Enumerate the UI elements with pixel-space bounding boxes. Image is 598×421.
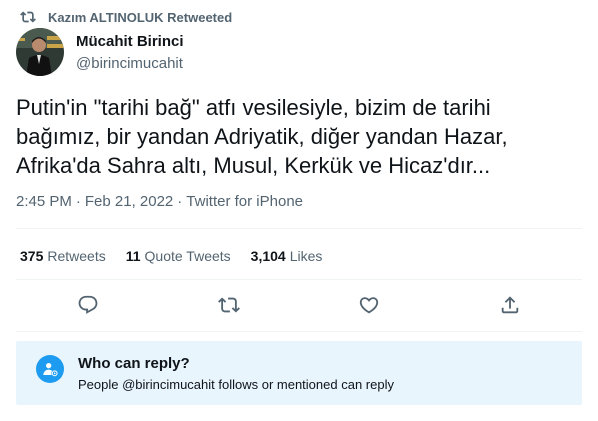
retweets-count: 375 [20,248,44,264]
retweet-header[interactable]: Kazım ALTINOLUK Retweeted [20,7,232,27]
likes-count: 3,104 [250,248,286,264]
divider [16,279,582,280]
mention-user-icon [36,355,64,383]
retweet-header-text[interactable]: Kazım ALTINOLUK Retweeted [48,10,232,25]
retweet-icon [20,11,36,23]
reply-icon [78,295,98,314]
meta-separator: · [177,193,183,210]
reply-button[interactable] [76,293,100,317]
retweet-button[interactable] [217,293,241,317]
divider [16,228,582,229]
quote-tweets-label: Quote Tweets [144,248,231,264]
retweets-stat[interactable]: 375 Retweets [20,248,106,264]
retweet-icon [218,297,240,313]
reply-settings-description: People @birincimucahit follows or mentio… [78,377,394,392]
like-button[interactable] [357,293,381,317]
tweet-stats: 375 Retweets 11 Quote Tweets 3,104 Likes [20,248,322,264]
avatar[interactable] [16,28,64,76]
meta-separator: · [75,193,81,210]
tweet-time[interactable]: 2:45 PM [16,193,72,210]
avatar-image [16,28,64,76]
reply-settings-title: Who can reply? [78,355,190,372]
likes-stat[interactable]: 3,104 Likes [251,248,323,264]
divider [16,331,582,332]
tweet-meta: 2:45 PM · Feb 21, 2022 · Twitter for iPh… [16,193,303,210]
retweets-label: Retweets [47,248,106,264]
quote-tweets-stat[interactable]: 11 Quote Tweets [126,248,231,264]
quote-tweets-count: 11 [125,248,141,264]
tweet-source[interactable]: Twitter for iPhone [186,193,303,210]
like-icon [359,297,379,314]
who-can-reply-box: Who can reply? People @birincimucahit fo… [16,341,582,405]
author-name[interactable]: Mücahit Birinci [76,33,184,50]
likes-label: Likes [289,248,323,264]
tweet-text: Putin'in "tarihi bağ" atfı vesilesiyle, … [16,95,508,178]
tweet-date[interactable]: Feb 21, 2022 [85,193,173,210]
share-button[interactable] [498,293,522,317]
share-icon [501,296,519,314]
author-handle[interactable]: @birincimucahit [76,55,183,72]
